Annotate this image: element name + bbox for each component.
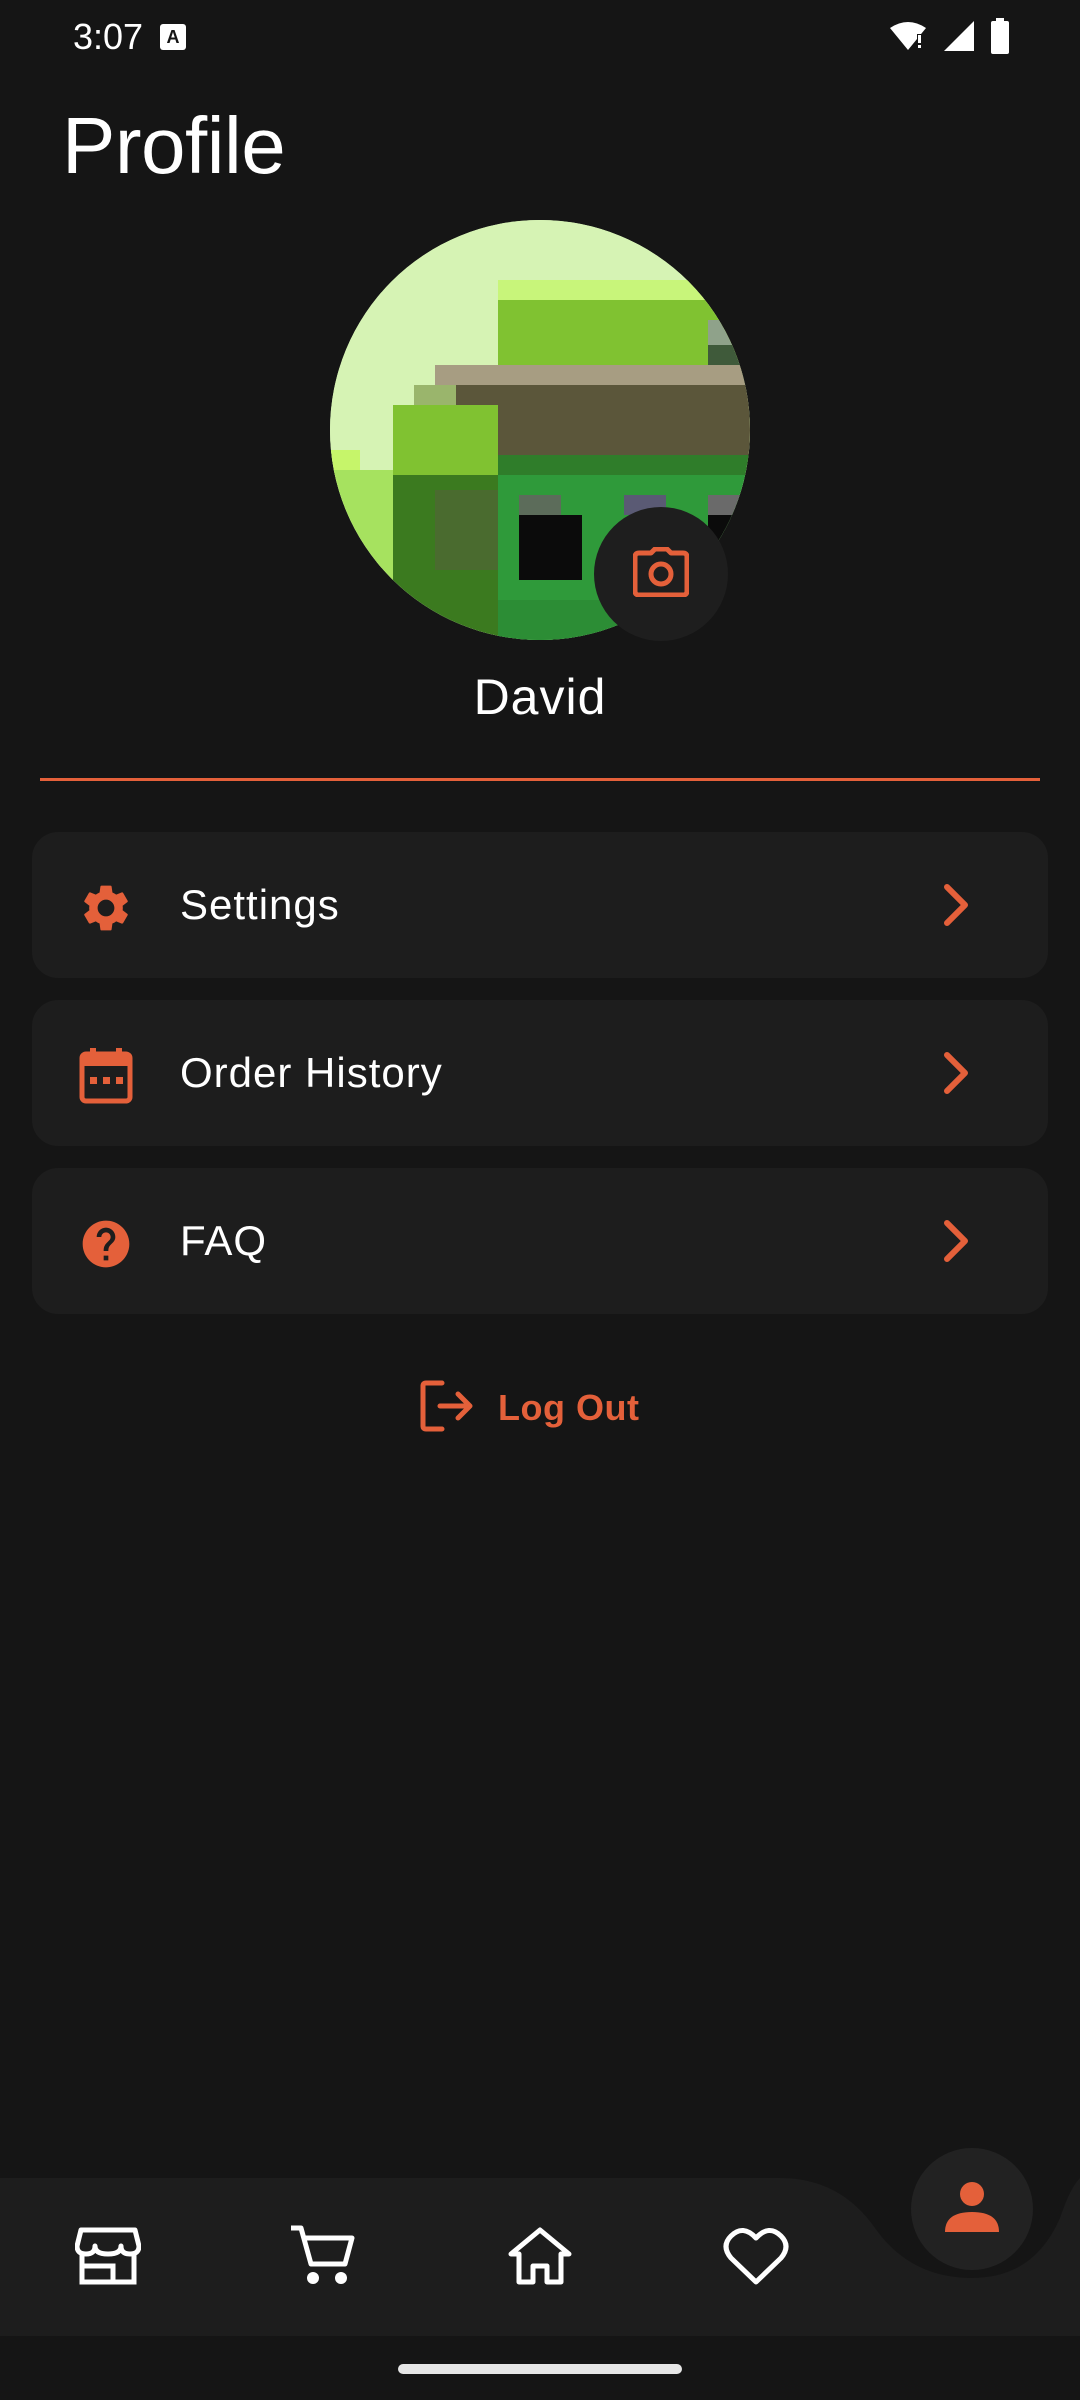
cart-icon bbox=[289, 2224, 355, 2293]
chevron-right-icon bbox=[936, 880, 976, 930]
menu-item-faq[interactable]: FAQ bbox=[32, 1168, 1048, 1314]
nav-favorites[interactable] bbox=[716, 2218, 796, 2298]
nav-profile[interactable] bbox=[911, 2148, 1033, 2270]
status-bar: 3:07 A bbox=[0, 0, 1080, 72]
status-time: 3:07 bbox=[73, 16, 144, 57]
logout-icon bbox=[420, 1379, 476, 1438]
menu-item-order-history[interactable]: Order History bbox=[32, 1000, 1048, 1146]
notification-icon: A bbox=[160, 24, 186, 50]
nav-cart[interactable] bbox=[282, 2218, 362, 2298]
heart-icon bbox=[723, 2226, 789, 2291]
logout-label: Log Out bbox=[498, 1387, 640, 1428]
chevron-right-icon bbox=[936, 1048, 976, 1098]
page-title: Profile bbox=[62, 101, 286, 190]
calendar-icon bbox=[76, 1046, 136, 1106]
menu-item-label: Order History bbox=[180, 1049, 443, 1096]
signal-icon bbox=[942, 19, 976, 58]
logout-button[interactable]: Log Out bbox=[420, 1378, 639, 1438]
gear-icon bbox=[76, 878, 136, 938]
divider bbox=[40, 778, 1040, 781]
person-icon bbox=[943, 2180, 1001, 2239]
nav-store[interactable] bbox=[68, 2218, 148, 2298]
status-icons bbox=[888, 18, 1010, 59]
menu-item-label: Settings bbox=[180, 881, 340, 928]
battery-icon bbox=[990, 18, 1010, 59]
user-name: David bbox=[473, 669, 607, 725]
chevron-right-icon bbox=[936, 1216, 976, 1266]
home-icon bbox=[507, 2226, 573, 2291]
bottom-navigation bbox=[0, 2148, 1080, 2336]
wifi-icon bbox=[888, 20, 928, 57]
menu-item-settings[interactable]: Settings bbox=[32, 832, 1048, 978]
menu-item-label: FAQ bbox=[180, 1217, 268, 1264]
help-circle-icon bbox=[76, 1214, 136, 1274]
nav-home[interactable] bbox=[500, 2218, 580, 2298]
gesture-bar[interactable] bbox=[398, 2364, 682, 2374]
camera-icon bbox=[632, 546, 690, 602]
change-photo-button[interactable] bbox=[594, 507, 728, 641]
store-icon bbox=[74, 2226, 142, 2291]
